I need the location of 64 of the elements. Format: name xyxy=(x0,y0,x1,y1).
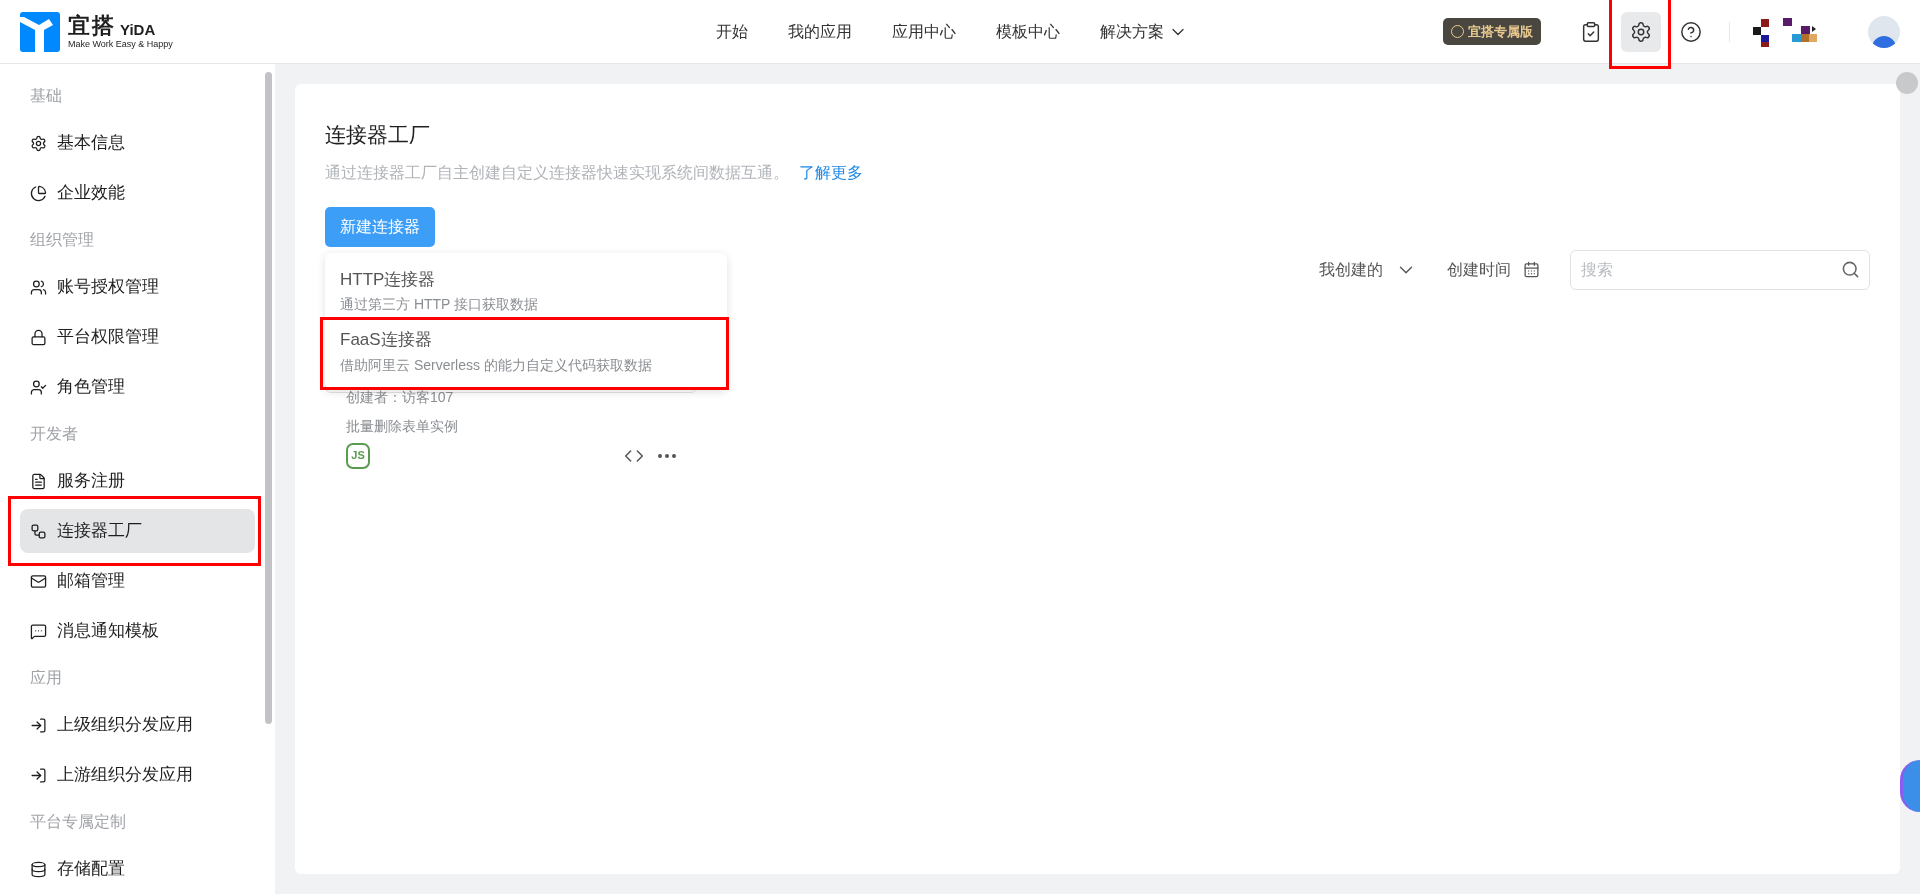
search-icon xyxy=(1841,259,1860,279)
settings-button[interactable] xyxy=(1621,11,1661,52)
sidebar-item[interactable]: 服务注册 xyxy=(20,459,255,503)
logo-icon xyxy=(20,11,60,52)
logo-slogan: Make Work Easy & Happy xyxy=(68,39,173,49)
help-icon xyxy=(1680,20,1702,43)
nav-link[interactable]: 开始 xyxy=(715,19,748,44)
sidebar-item[interactable]: 上级组织分发应用 xyxy=(20,703,255,747)
sidebar-section-title: 组织管理 xyxy=(29,230,95,250)
sidebar-item-icon xyxy=(30,522,47,540)
page-title: 连接器工厂 xyxy=(325,122,431,148)
sidebar-item-icon xyxy=(30,328,47,346)
sidebar-section-title: 开发者 xyxy=(29,424,79,444)
sidebar-item[interactable]: 上游组织分发应用 xyxy=(20,753,255,797)
learn-more-link[interactable]: 了解更多 xyxy=(799,160,863,185)
sidebar-item[interactable]: 角色管理 xyxy=(20,365,255,409)
nav-link[interactable]: 应用中心 xyxy=(891,19,956,44)
sidebar-item-icon xyxy=(30,472,47,490)
sidebar-item[interactable]: 企业效能 xyxy=(20,171,255,215)
sidebar-item-icon xyxy=(30,378,47,396)
page-description: 通过连接器工厂自主创建自定义连接器快速实现系统间数据互通。 xyxy=(325,162,789,183)
sidebar-item[interactable]: 存储配置 xyxy=(20,847,255,891)
sidebar-item-icon xyxy=(30,716,47,734)
settings-icon xyxy=(1630,20,1652,43)
search-field[interactable]: 搜索 xyxy=(1570,249,1870,290)
sidebar-item-icon xyxy=(30,278,47,296)
menu-item-title: FaaS连接器 xyxy=(340,329,433,351)
avatar[interactable] xyxy=(1868,15,1900,48)
sidebar-section-title: 基础 xyxy=(29,86,63,106)
sidebar-section-title: 应用 xyxy=(29,668,63,688)
menu-item-subtitle: 借助阿里云 Serverless 的能力自定义代码获取数据 xyxy=(340,355,653,375)
card-description: 批量删除表单实例 xyxy=(346,416,459,436)
sidebar-item[interactable]: 基本信息 xyxy=(20,121,255,165)
sidebar-item[interactable]: 邮箱管理 xyxy=(20,559,255,603)
assistant-icon[interactable] xyxy=(1900,760,1920,812)
menu-item[interactable]: FaaS连接器 借助阿里云 Serverless 的能力自定义代码获取数据 xyxy=(325,321,727,382)
sidebar-item[interactable]: 平台权限管理 xyxy=(20,315,255,359)
scrollbar[interactable] xyxy=(265,72,272,724)
sidebar-item[interactable]: 连接器工厂 xyxy=(20,509,255,553)
sidebar-item-icon xyxy=(30,184,47,202)
logo-latin: YiDA xyxy=(120,21,156,37)
calendar-icon xyxy=(1523,261,1540,278)
menu-item-title: HTTP连接器 xyxy=(340,268,437,291)
nav-link[interactable]: 模板中心 xyxy=(995,19,1060,44)
sidebar-section-title: 平台专属定制 xyxy=(29,812,127,832)
menu-item[interactable]: HTTP连接器 通过第三方 HTTP 接口获取数据 xyxy=(325,260,727,321)
more-icon[interactable] xyxy=(658,453,676,458)
checklist-icon xyxy=(1580,20,1602,43)
nav-link[interactable]: 解决方案 xyxy=(1099,19,1188,44)
card-creator: 创建者：访客107 xyxy=(346,387,455,407)
filter-button[interactable]: 创建时间 xyxy=(1447,257,1540,282)
sidebar-item[interactable]: 消息通知模板 xyxy=(20,609,255,653)
sidebar-item-icon xyxy=(30,766,47,784)
sidebar-item-icon xyxy=(30,134,47,152)
sidebar-item-icon xyxy=(30,860,47,878)
filter-button[interactable]: 我创建的 xyxy=(1319,257,1417,282)
logo-name: 宜搭 xyxy=(68,14,116,37)
edition-badge[interactable]: 宜搭专属版 xyxy=(1443,17,1541,46)
menu-item-subtitle: 通过第三方 HTTP 接口获取数据 xyxy=(340,295,540,314)
nav-link[interactable]: 我的应用 xyxy=(787,19,852,44)
sidebar-item-icon xyxy=(30,572,47,590)
js-badge: JS xyxy=(346,442,370,469)
sidebar-item[interactable]: 账号授权管理 xyxy=(20,265,255,309)
sidebar-item-icon xyxy=(30,622,47,640)
